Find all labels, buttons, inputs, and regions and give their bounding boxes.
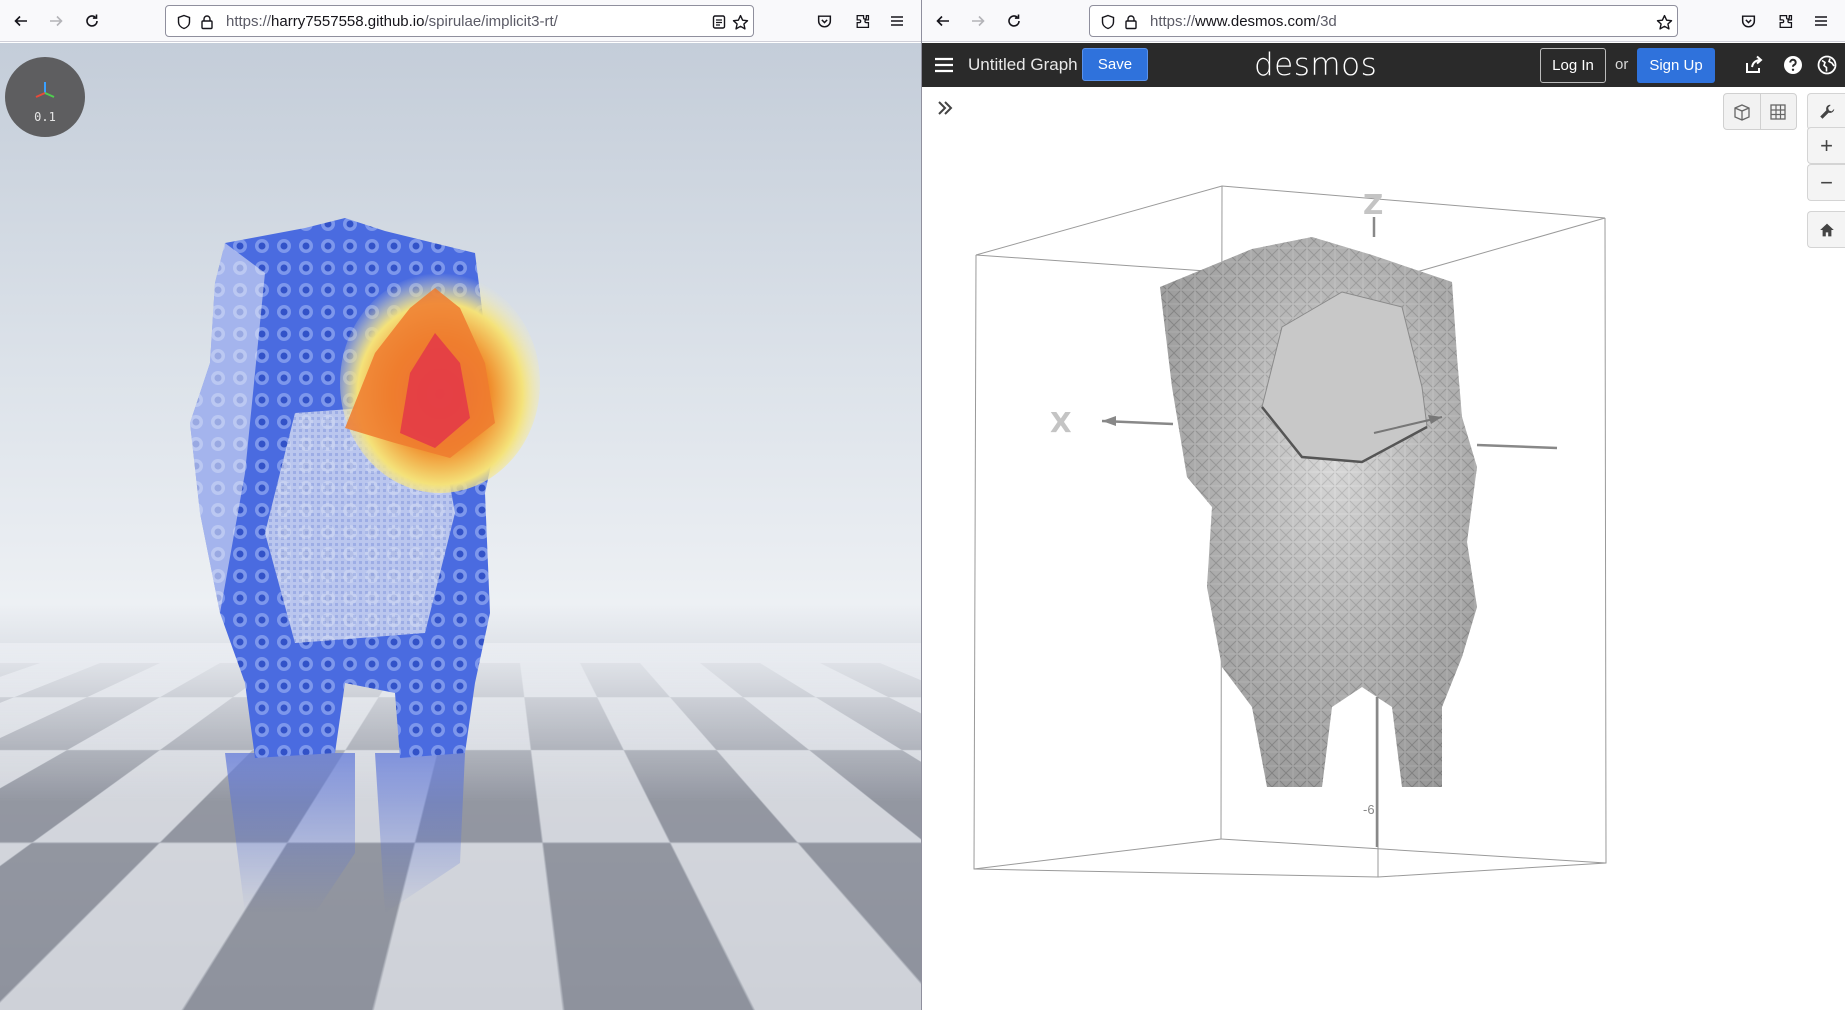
bookmark-star-icon[interactable] xyxy=(731,13,749,31)
login-button[interactable]: Log In xyxy=(1540,48,1606,83)
z-tick-label: -6 xyxy=(1363,802,1375,817)
implicit-surface xyxy=(1160,237,1477,787)
reload-icon[interactable] xyxy=(1002,9,1026,33)
graph-settings-wrench-icon[interactable] xyxy=(1807,93,1845,130)
right-browser-toolbar: https://www.desmos.com/3d xyxy=(922,0,1845,42)
raytrace-viewport[interactable]: 0.1 xyxy=(0,43,921,1010)
lock-icon[interactable] xyxy=(1122,13,1140,31)
address-bar[interactable]: https://harry7557558.github.io/spirulae/… xyxy=(165,5,754,37)
zoom-in-button[interactable]: + xyxy=(1807,127,1845,164)
home-icon[interactable] xyxy=(1807,211,1845,248)
graph-canvas[interactable]: X Z -6 + − xyxy=(922,87,1845,1010)
back-icon[interactable] xyxy=(931,9,955,33)
pocket-icon[interactable] xyxy=(1736,9,1760,33)
x-axis-label: X xyxy=(1050,406,1072,439)
cube-view-icon[interactable] xyxy=(1724,94,1760,129)
extensions-icon[interactable] xyxy=(850,9,874,33)
z-axis-label: Z xyxy=(1363,188,1383,221)
shield-icon[interactable] xyxy=(175,13,193,31)
desmos-logo: desmos xyxy=(1254,47,1378,83)
expand-expressions-icon[interactable] xyxy=(932,95,958,121)
reload-icon[interactable] xyxy=(80,9,104,33)
zoom-out-button[interactable]: − xyxy=(1807,164,1845,201)
gizmo-scale-label: 0.1 xyxy=(34,110,56,124)
shield-icon[interactable] xyxy=(1099,13,1117,31)
plot-3d: X Z -6 xyxy=(973,185,1607,878)
bookmark-star-icon[interactable] xyxy=(1655,13,1673,31)
screen: https://harry7557558.github.io/spirulae/… xyxy=(0,0,1845,1010)
graph-title[interactable]: Untitled Graph xyxy=(968,55,1078,75)
forward-icon[interactable] xyxy=(44,9,68,33)
desmos-header: Untitled Graph Save desmos Log In or Sig… xyxy=(922,43,1845,87)
signup-button[interactable]: Sign Up xyxy=(1637,48,1715,83)
save-button[interactable]: Save xyxy=(1082,48,1148,81)
extensions-icon[interactable] xyxy=(1773,9,1797,33)
hamburger-menu-icon[interactable] xyxy=(885,9,909,33)
expressions-menu-icon[interactable] xyxy=(932,53,956,77)
reader-view-icon[interactable] xyxy=(710,13,728,31)
share-icon[interactable] xyxy=(1742,53,1766,77)
lock-icon[interactable] xyxy=(198,13,216,31)
grid-view-icon[interactable] xyxy=(1759,94,1796,129)
forward-icon[interactable] xyxy=(966,9,990,33)
url-text[interactable]: https://harry7557558.github.io/spirulae/… xyxy=(226,13,558,30)
pocket-icon[interactable] xyxy=(812,9,836,33)
url-text[interactable]: https://www.desmos.com/3d xyxy=(1150,13,1337,30)
help-icon[interactable] xyxy=(1781,53,1805,77)
hamburger-menu-icon[interactable] xyxy=(1809,9,1833,33)
left-browser-toolbar: https://harry7557558.github.io/spirulae/… xyxy=(0,0,921,42)
back-icon[interactable] xyxy=(9,9,33,33)
language-globe-icon[interactable] xyxy=(1815,53,1839,77)
view-mode-toggle xyxy=(1723,93,1797,130)
address-bar[interactable]: https://www.desmos.com/3d xyxy=(1089,5,1678,37)
axes-gizmo[interactable]: 0.1 xyxy=(5,57,85,137)
or-separator: or xyxy=(1615,56,1629,73)
fractal-object xyxy=(185,213,605,913)
